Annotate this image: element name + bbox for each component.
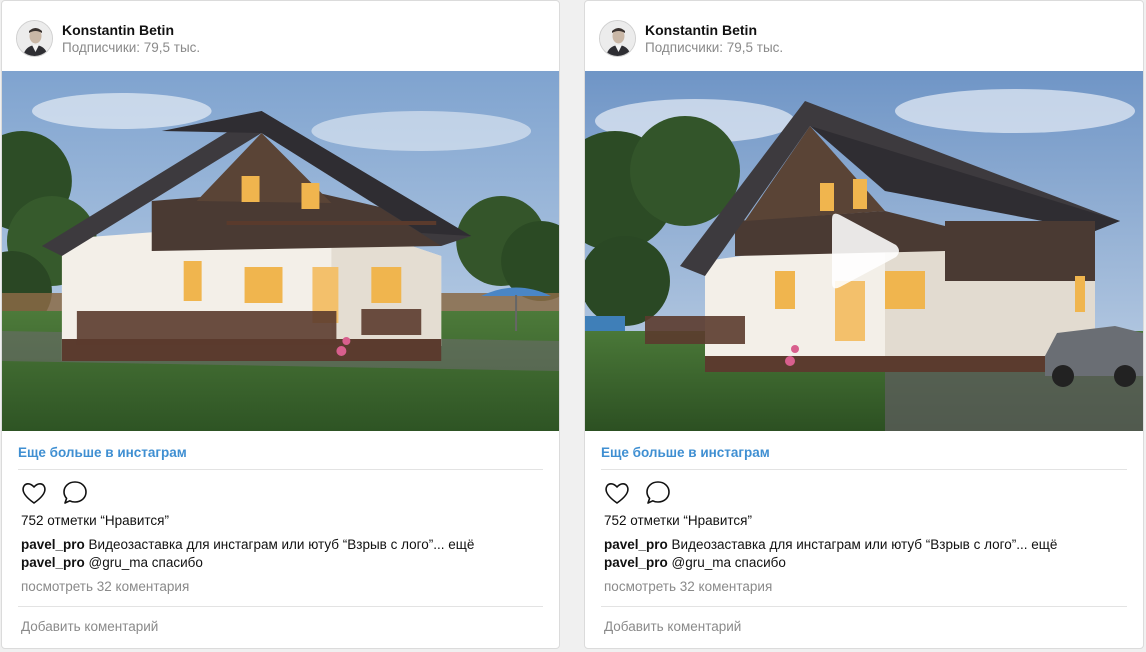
post-video[interactable] xyxy=(585,71,1143,431)
post-card: Konstantin Betin Подписчики: 79,5 тыс. Е… xyxy=(1,0,560,649)
instagram-more-link[interactable]: Еще больше в инстаграм xyxy=(601,445,770,460)
divider xyxy=(601,469,1127,470)
add-comment-input[interactable]: Добавить коментарий xyxy=(604,619,741,634)
instagram-more-link[interactable]: Еще больше в инстаграм xyxy=(18,445,187,460)
comment-text: @gru_ma спасибо xyxy=(667,555,786,570)
view-all-comments-link[interactable]: посмотреть 32 коментария xyxy=(21,579,189,594)
like-count: 752 отметки “Нравится” xyxy=(21,513,169,528)
comment-line: pavel_pro Видеозаставка для инстаграм ил… xyxy=(21,537,474,552)
comment-icon[interactable] xyxy=(61,479,89,507)
post-header: Konstantin Betin Подписчики: 79,5 тыс. xyxy=(585,1,1143,71)
add-comment-input[interactable]: Добавить коментарий xyxy=(21,619,158,634)
comment-line: pavel_pro @gru_ma спасибо xyxy=(21,555,203,570)
post-photo[interactable] xyxy=(2,71,559,431)
comment-text: Видеозаставка для инстаграм или ютуб “Вз… xyxy=(667,537,1058,552)
comment-line: pavel_pro @gru_ma спасибо xyxy=(604,555,786,570)
comment-icon[interactable] xyxy=(644,479,672,507)
post-header: Konstantin Betin Подписчики: 79,5 тыс. xyxy=(2,1,559,71)
post-card: Konstantin Betin Подписчики: 79,5 тыс. Е… xyxy=(584,0,1144,649)
follower-count: Подписчики: 79,5 тыс. xyxy=(645,40,784,55)
comment-text: Видеозаставка для инстаграм или ютуб “Вз… xyxy=(84,537,475,552)
follower-count: Подписчики: 79,5 тыс. xyxy=(62,40,201,55)
comment-line: pavel_pro Видеозаставка для инстаграм ил… xyxy=(604,537,1057,552)
heart-icon[interactable] xyxy=(603,479,631,507)
divider xyxy=(601,606,1127,607)
like-count: 752 отметки “Нравится” xyxy=(604,513,752,528)
divider xyxy=(18,469,543,470)
view-all-comments-link[interactable]: посмотреть 32 коментария xyxy=(604,579,772,594)
play-icon[interactable] xyxy=(826,211,902,291)
avatar[interactable] xyxy=(16,20,53,57)
comment-user[interactable]: pavel_pro xyxy=(604,555,668,570)
author-name[interactable]: Konstantin Betin xyxy=(645,22,757,38)
comment-text: @gru_ma спасибо xyxy=(84,555,203,570)
heart-icon[interactable] xyxy=(20,479,48,507)
divider xyxy=(18,606,543,607)
comment-user[interactable]: pavel_pro xyxy=(604,537,668,552)
comment-user[interactable]: pavel_pro xyxy=(21,537,85,552)
author-name[interactable]: Konstantin Betin xyxy=(62,22,174,38)
avatar[interactable] xyxy=(599,20,636,57)
comment-user[interactable]: pavel_pro xyxy=(21,555,85,570)
